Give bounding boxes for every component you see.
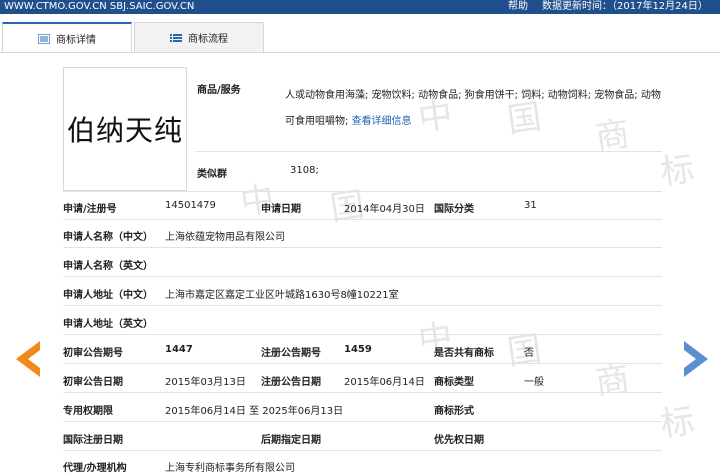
tab-trademark-details[interactable]: 商标详情 [2,22,132,53]
intl-class-value: 31 [524,200,537,211]
tab-trademark-process[interactable]: 商标流程 [134,22,264,52]
watermark-char: 商 [592,358,633,404]
apply-date-label: 申请日期 [261,204,301,215]
apply-date-value: 2014年04月30日 [344,204,425,215]
goods-services-value: 人或动物食用海藻; 宠物饮料; 动物食品; 狗食用饼干; 饲料; 动物饲料; 宠… [285,83,661,135]
top-bar: WWW.CTMO.GOV.CN SBJ.SAIC.GOV.CN 帮助 数据更新时… [0,0,720,14]
prelim-no-value: 1447 [165,344,193,355]
view-details-link[interactable]: 查看详细信息 [352,116,412,127]
tab-label: 商标流程 [188,34,228,45]
address-cn-value: 上海市嘉定区嘉定工业区叶城路1630号8幢10221室 [165,290,399,301]
address-cn-label: 申请人地址（中文） [63,290,153,301]
list-icon [37,32,51,45]
priority-date-label: 优先权日期 [434,435,484,446]
row-divider [63,219,662,220]
agent-value: 上海专利商标事务所有限公司 [165,463,295,474]
applicant-cn-label: 申请人名称（中文） [63,232,153,243]
row-divider [63,392,662,393]
reg-no-value: 14501479 [165,200,216,211]
row-divider [63,247,662,248]
goods-services-label: 商品/服务 [197,85,241,96]
tab-bar: 商标详情 商标流程 [0,22,720,53]
next-button[interactable] [682,341,708,380]
mark-type-value: 一般 [524,377,544,388]
shared-mark-label: 是否共有商标 [434,348,494,359]
reg-pub-no-value: 1459 [344,344,372,355]
agent-label: 代理/办理机构 [63,463,127,474]
intl-reg-date-label: 国际注册日期 [63,435,123,446]
tab-label: 商标详情 [56,35,96,46]
trademark-image-text: 伯纳天纯 [66,114,183,147]
prev-button[interactable] [16,341,42,380]
prelim-date-label: 初审公告日期 [63,377,123,388]
similar-group-label: 类似群 [197,169,227,180]
shared-mark-value: 否 [524,348,534,359]
data-update-time: 数据更新时间：（2017年12月24日） [542,1,708,12]
later-designation-date-label: 后期指定日期 [261,435,321,446]
intl-class-label: 国际分类 [434,204,474,215]
chevron-right-icon [682,341,708,380]
chevron-left-icon [16,341,42,380]
applicant-en-label: 申请人名称（英文） [63,261,153,272]
watermark-char: 标 [657,400,698,446]
row-divider [195,151,662,152]
list-icon [170,33,182,43]
trademark-detail-panel: 中 国 商 标 中 国 中 国 商 标 伯纳天纯 商品/服务 人或动物食用海藻;… [0,53,720,474]
prelim-no-label: 初审公告期号 [63,348,123,359]
mark-form-label: 商标形式 [434,406,474,417]
similar-group-value: 3108; [290,165,319,176]
reg-pub-date-label: 注册公告日期 [261,377,321,388]
row-divider [63,450,662,451]
row-divider [63,334,662,335]
goods-services-text: 人或动物食用海藻; 宠物饮料; 动物食品; 狗食用饼干; 饲料; 动物饲料; 宠… [285,90,661,127]
site-urls: WWW.CTMO.GOV.CN SBJ.SAIC.GOV.CN [4,1,195,12]
row-divider [63,276,662,277]
trademark-image: 伯纳天纯 [63,67,187,191]
row-divider [63,363,662,364]
reg-no-label: 申请/注册号 [63,204,117,215]
address-en-label: 申请人地址（英文） [63,319,153,330]
exclusive-period-value: 2015年06月14日 至 2025年06月13日 [165,406,344,417]
applicant-cn-value: 上海依蕴宠物用品有限公司 [165,232,285,243]
help-link[interactable]: 帮助 [508,0,528,14]
row-divider [63,421,662,422]
mark-type-label: 商标类型 [434,377,474,388]
row-divider [63,305,662,306]
prelim-date-value: 2015年03月13日 [165,377,246,388]
watermark-char: 标 [657,148,698,194]
exclusive-period-label: 专用权期限 [63,406,113,417]
watermark-char: 中 [237,178,278,224]
reg-pub-no-label: 注册公告期号 [261,348,321,359]
row-divider [63,191,662,192]
reg-pub-date-value: 2015年06月14日 [344,377,425,388]
